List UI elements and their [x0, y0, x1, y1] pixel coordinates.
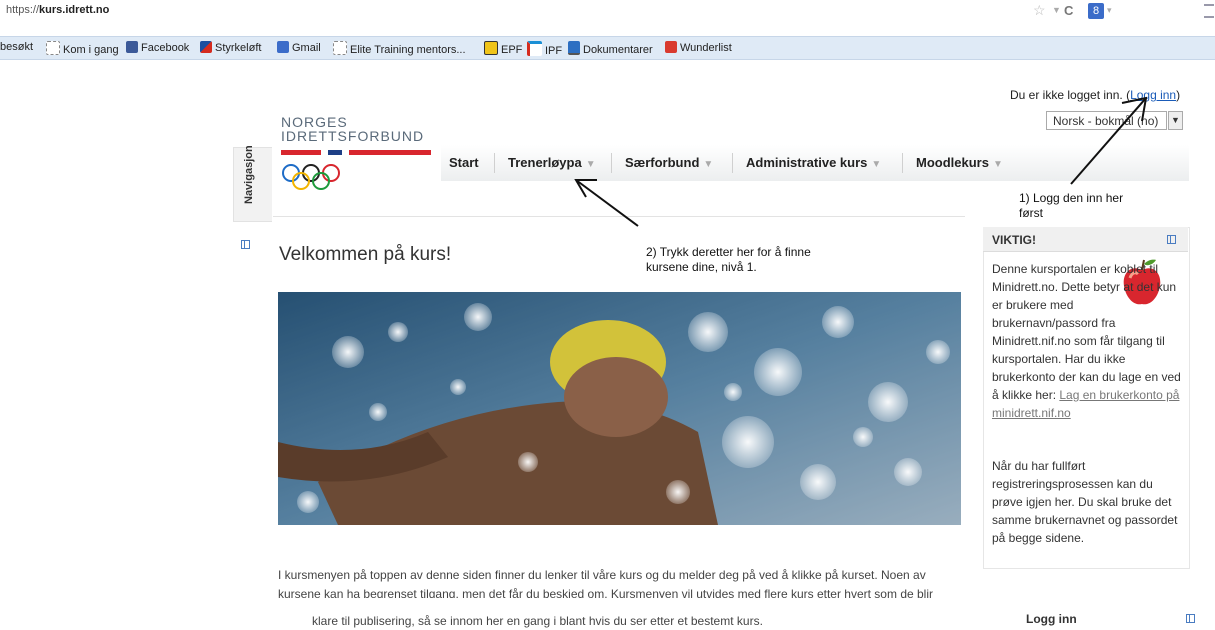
annotation-arrows	[574, 96, 1148, 227]
arrow-step2	[575, 179, 639, 227]
arrow-step1	[1070, 97, 1147, 185]
